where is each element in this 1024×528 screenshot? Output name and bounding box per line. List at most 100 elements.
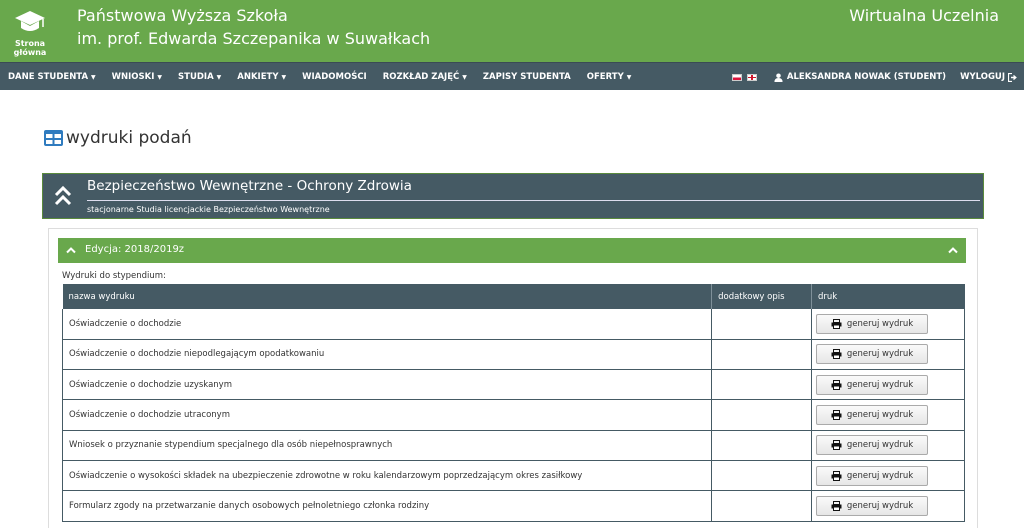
graduation-cap-icon bbox=[15, 11, 45, 31]
printout-name: Wniosek o przyznanie stypendium specjaln… bbox=[61, 430, 713, 461]
generate-printout-button[interactable]: generuj wydruk bbox=[816, 405, 929, 426]
nav-right: ALEKSANDRA NOWAK (STUDENT) WYLOGUJ bbox=[731, 63, 1018, 91]
print-cell: generuj wydruk bbox=[811, 460, 965, 492]
generate-button-label: generuj wydruk bbox=[846, 470, 914, 481]
nav-item-label: OFERTY bbox=[586, 72, 624, 82]
printout-description bbox=[711, 460, 813, 492]
university-name-line-1: Państwowa Wyższa Szkoła bbox=[77, 6, 288, 25]
user-name: ALEKSANDRA NOWAK (STUDENT) bbox=[786, 72, 947, 82]
user-icon bbox=[774, 72, 783, 82]
printout-name: Oświadczenie o dochodzie bbox=[61, 309, 713, 340]
printer-icon bbox=[831, 440, 842, 451]
generate-printout-button[interactable]: generuj wydruk bbox=[816, 344, 929, 365]
nav-item-label: ZAPISY STUDENTA bbox=[482, 72, 571, 82]
double-chevron-up-icon[interactable] bbox=[54, 185, 72, 207]
print-cell: generuj wydruk bbox=[811, 339, 965, 371]
portal-title: Wirtualna Uczelnia bbox=[849, 6, 999, 25]
print-cell: generuj wydruk bbox=[811, 309, 965, 340]
generate-button-label: generuj wydruk bbox=[846, 440, 914, 451]
caret-down-icon: ▼ bbox=[157, 74, 163, 81]
printout-description bbox=[711, 430, 813, 461]
printout-name: Oświadczenie o dochodzie uzyskanym bbox=[61, 369, 713, 401]
nav-item-label: ROZKŁAD ZAJĘĆ bbox=[382, 72, 460, 82]
table-header-row: nazwa wydruku dodatkowy opis druk bbox=[62, 284, 965, 309]
caret-down-icon: ▼ bbox=[462, 74, 467, 81]
edition-label: Edycja: 2018/2019z bbox=[85, 244, 185, 255]
caret-down-icon: ▼ bbox=[91, 74, 96, 81]
polish-flag-icon[interactable] bbox=[731, 73, 742, 81]
printer-icon bbox=[831, 500, 842, 511]
printout-description bbox=[711, 339, 813, 371]
section-divider bbox=[87, 200, 980, 201]
generate-button-label: generuj wydruk bbox=[846, 318, 914, 329]
table-row: Oświadczenie o dochodzie utraconym generu… bbox=[61, 399, 965, 431]
main-navbar: DANE STUDENTA ▼ WNIOSKI ▼ STUDIA ▼ ANKIETY ▼ WIA… bbox=[0, 62, 1024, 90]
nav-item-6[interactable]: ZAPISY STUDENTA bbox=[475, 63, 579, 91]
collapse-chevron-up-icon[interactable] bbox=[948, 246, 958, 254]
nav-item-2[interactable]: STUDIA ▼ bbox=[170, 63, 229, 91]
printout-name: Oświadczenie o dochodzie utraconym bbox=[61, 399, 713, 431]
home-link[interactable]: Strona główna bbox=[8, 8, 52, 60]
nav-item-label: ANKIETY bbox=[237, 72, 279, 82]
table-row: Wniosek o przyznanie stypendium specjaln… bbox=[61, 430, 965, 461]
printer-icon bbox=[831, 379, 842, 390]
printout-name: Oświadczenie o dochodzie niepodlegającym… bbox=[61, 339, 713, 371]
generate-printout-button[interactable]: generuj wydruk bbox=[816, 495, 929, 516]
edition-bar[interactable]: Edycja: 2018/2019z bbox=[58, 238, 966, 263]
nav-item-label: WNIOSKI bbox=[111, 72, 155, 82]
nav-item-0[interactable]: DANE STUDENTA ▼ bbox=[0, 63, 104, 91]
table-row: Oświadczenie o wysokości składek na ubez… bbox=[61, 460, 965, 492]
program-title: Bezpieczeństwo Wewnętrzne - Ochrony Zdro… bbox=[87, 178, 412, 194]
table-row: Oświadczenie o dochodzie generuj wydruk bbox=[61, 309, 965, 340]
printout-description bbox=[711, 309, 813, 340]
generate-printout-button[interactable]: generuj wydruk bbox=[816, 465, 929, 486]
generate-button-label: generuj wydruk bbox=[846, 379, 914, 390]
program-subtitle: stacjonarne Studia licencjackie Bezpiecz… bbox=[87, 205, 330, 214]
home-label-2: główna bbox=[13, 48, 47, 57]
generate-printout-button[interactable]: generuj wydruk bbox=[816, 435, 929, 456]
nav-item-1[interactable]: WNIOSKI ▼ bbox=[104, 63, 170, 91]
print-cell: generuj wydruk bbox=[811, 430, 965, 461]
printer-icon bbox=[831, 470, 842, 481]
printer-icon bbox=[831, 410, 842, 421]
printer-icon bbox=[831, 349, 842, 360]
caret-down-icon: ▼ bbox=[216, 74, 222, 81]
caret-down-icon: ▼ bbox=[281, 74, 287, 81]
table-row: Oświadczenie o dochodzie niepodlegającym… bbox=[61, 339, 965, 371]
print-cell: generuj wydruk bbox=[811, 399, 965, 431]
column-header-description: dodatkowy opis bbox=[711, 284, 813, 309]
printer-icon bbox=[831, 318, 842, 329]
nav-item-7[interactable]: OFERTY ▼ bbox=[579, 63, 640, 91]
nav-item-5[interactable]: ROZKŁAD ZAJĘĆ ▼ bbox=[375, 63, 475, 91]
generate-printout-button[interactable]: generuj wydruk bbox=[816, 313, 929, 334]
printouts-table: nazwa wydruku dodatkowy opis druk Oświad… bbox=[61, 284, 965, 522]
table-caption: Wydruki do stypendium: bbox=[62, 271, 166, 281]
user-menu[interactable]: ALEKSANDRA NOWAK (STUDENT) bbox=[774, 72, 946, 82]
generate-button-label: generuj wydruk bbox=[846, 349, 914, 360]
printout-name: Oświadczenie o wysokości składek na ubez… bbox=[61, 460, 713, 492]
generate-printout-button[interactable]: generuj wydruk bbox=[816, 374, 929, 395]
home-label-1: Strona bbox=[14, 39, 46, 48]
table-icon bbox=[44, 130, 63, 146]
generate-button-label: generuj wydruk bbox=[846, 500, 914, 511]
page-title-text: wydruki podań bbox=[66, 128, 192, 148]
english-flag-icon[interactable] bbox=[746, 73, 757, 81]
page-title: wydruki podań bbox=[44, 128, 192, 148]
nav-item-label: STUDIA bbox=[178, 72, 214, 82]
print-cell: generuj wydruk bbox=[811, 369, 965, 401]
edition-panel: Edycja: 2018/2019z Wydruki do stypendium… bbox=[48, 228, 978, 528]
program-section-header[interactable]: Bezpieczeństwo Wewnętrzne - Ochrony Zdro… bbox=[42, 173, 984, 219]
generate-button-label: generuj wydruk bbox=[846, 410, 914, 421]
nav-item-3[interactable]: ANKIETY ▼ bbox=[229, 63, 294, 91]
nav-item-label: DANE STUDENTA bbox=[8, 72, 89, 82]
top-header: Strona główna Państwowa Wyższa Szkoła im… bbox=[0, 0, 1024, 62]
university-name-line-2: im. prof. Edwarda Szczepanika w Suwałkac… bbox=[77, 29, 431, 48]
chevron-up-icon bbox=[66, 247, 76, 254]
printout-description bbox=[711, 369, 813, 401]
logout-link[interactable]: WYLOGUJ bbox=[960, 72, 1018, 82]
sign-out-icon bbox=[1008, 72, 1017, 82]
nav-item-4[interactable]: WIADOMOŚCI bbox=[294, 63, 375, 91]
nav-item-label: WIADOMOŚCI bbox=[302, 72, 367, 82]
table-row: Oświadczenie o dochodzie uzyskanym generu… bbox=[61, 369, 965, 401]
column-header-print: druk bbox=[811, 284, 965, 309]
